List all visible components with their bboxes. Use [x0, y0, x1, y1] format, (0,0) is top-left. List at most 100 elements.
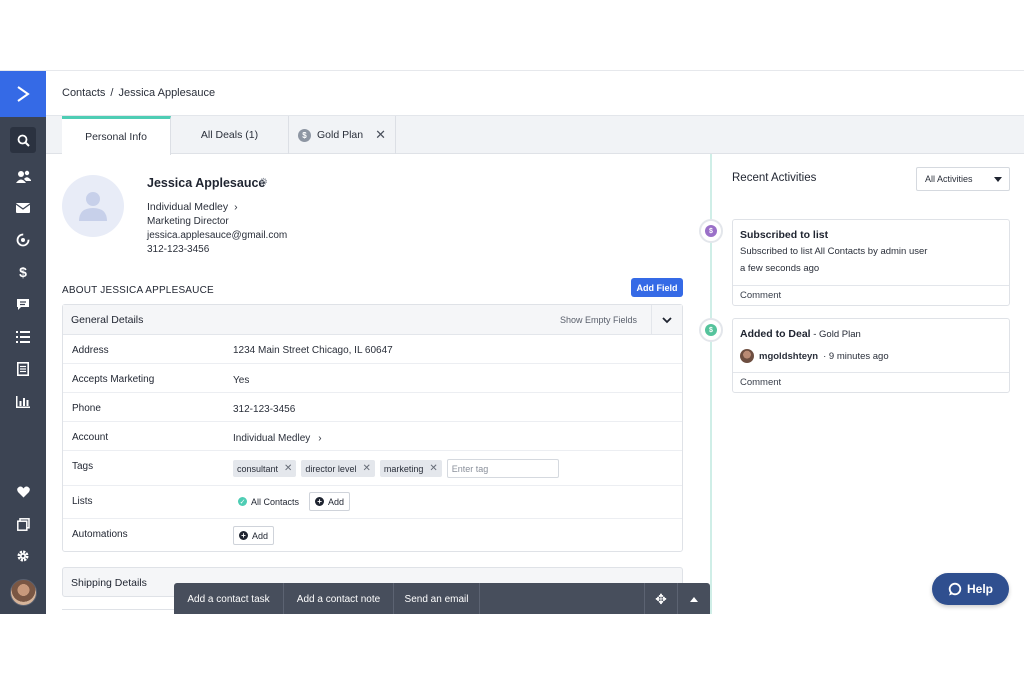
send-email-button[interactable]: Send an email — [394, 583, 480, 614]
tab-personal-info[interactable]: Personal Info — [62, 116, 171, 155]
activity-time: · 9 minutes ago — [823, 350, 889, 362]
mail-icon[interactable] — [10, 195, 36, 221]
account-value-link[interactable]: Individual Medley › — [233, 433, 322, 444]
activity-user-line: mgoldshteyn · 9 minutes ago — [740, 349, 889, 363]
account-value: Individual Medley — [233, 433, 311, 444]
comment-button[interactable]: Comment — [733, 285, 1009, 305]
tag-chip: consultant ✕ — [233, 460, 297, 477]
remove-tag-icon[interactable]: ✕ — [429, 463, 437, 474]
activity-user[interactable]: mgoldshteyn — [759, 351, 818, 362]
activity-time: a few seconds ago — [740, 263, 820, 274]
user-avatar[interactable] — [10, 579, 37, 606]
heart-icon[interactable] — [10, 479, 36, 505]
address-row: Address 1234 Main Street Chicago, IL 606… — [63, 335, 682, 364]
address-value[interactable]: 1234 Main Street Chicago, IL 60647 — [233, 345, 393, 356]
accepts-marketing-value[interactable]: Yes — [233, 375, 249, 386]
phone-row: Phone 312-123-3456 — [63, 393, 682, 422]
accepts-marketing-row: Accepts Marketing Yes — [63, 364, 682, 393]
enter-tag-input[interactable]: Enter tag — [446, 459, 559, 478]
automations-label: Automations — [72, 529, 128, 540]
timeline-marker: $ — [699, 219, 723, 243]
contact-account-link[interactable]: Individual Medley › — [147, 201, 238, 213]
gear-icon[interactable]: ⚙ — [259, 177, 268, 188]
add-list-label: Add — [328, 496, 345, 507]
breadcrumb-current: Jessica Applesauce — [118, 87, 216, 99]
tags-label: Tags — [72, 461, 94, 472]
add-automation-label: Add — [252, 530, 269, 541]
lists-container: ✓ All Contacts + Add — [233, 492, 351, 511]
contacts-icon[interactable] — [10, 163, 36, 189]
add-automation-button[interactable]: + Add — [233, 526, 275, 545]
tab-personal-label: Personal Info — [85, 131, 147, 143]
add-contact-task-button[interactable]: Add a contact task — [174, 583, 284, 614]
move-icon[interactable]: ✥ — [644, 583, 677, 614]
breadcrumb: Contacts / Jessica Applesauce — [62, 87, 215, 99]
tag-chip: marketing ✕ — [379, 460, 442, 477]
reports-chart-icon[interactable] — [10, 389, 36, 415]
sidebar: $ — [0, 71, 46, 614]
chevron-down-icon[interactable] — [651, 305, 682, 335]
address-label: Address — [72, 345, 109, 356]
contact-account-name: Individual Medley — [147, 201, 229, 213]
forms-icon[interactable] — [10, 356, 36, 382]
add-field-button[interactable]: Add Field — [631, 278, 683, 297]
activity-deal-name[interactable]: - Gold Plan — [811, 329, 861, 340]
help-button[interactable]: Help — [932, 573, 1009, 605]
settings-gear-icon[interactable] — [10, 543, 36, 569]
show-empty-fields-link[interactable]: Show Empty Fields — [560, 315, 637, 325]
tab-gold-label: Gold Plan — [316, 129, 364, 141]
activity-card: Subscribed to list Subscribed to list Al… — [732, 219, 1010, 306]
app-window: $ Contacts / Jessica Applesauce Personal… — [0, 70, 1024, 614]
account-row: Account Individual Medley › — [63, 422, 682, 451]
timeline-marker: $ — [699, 318, 723, 342]
automations-row: Automations + Add — [63, 519, 682, 552]
contact-job-title: Marketing Director — [147, 216, 229, 227]
plus-icon: + — [315, 497, 325, 506]
add-contact-note-button[interactable]: Add a contact note — [284, 583, 394, 614]
tag-chip: director level ✕ — [301, 460, 375, 477]
activities-filter-value: All Activities — [925, 174, 973, 184]
contact-action-bar: Add a contact task Add a contact note Se… — [174, 583, 710, 614]
activity-title-line: Added to Deal - Gold Plan — [740, 328, 861, 340]
remove-tag-icon[interactable]: ✕ — [362, 463, 370, 474]
conversations-icon[interactable] — [10, 291, 36, 317]
expand-action-bar-button[interactable] — [677, 583, 710, 614]
recent-activities-title: Recent Activities — [732, 172, 817, 184]
tab-deals-label: All Deals (1) — [200, 129, 259, 141]
contact-email[interactable]: jessica.applesauce@gmail.com — [147, 230, 287, 241]
deal-dollar-icon: $ — [705, 324, 717, 336]
lists-row: Lists ✓ All Contacts + Add — [63, 486, 682, 519]
help-label: Help — [966, 582, 993, 596]
general-details-header[interactable]: General Details Show Empty Fields — [63, 305, 682, 335]
automations-icon[interactable] — [10, 227, 36, 253]
chevron-right-icon: › — [234, 201, 238, 213]
breadcrumb-contacts-link[interactable]: Contacts — [62, 87, 105, 99]
tab-gold-plan[interactable]: $ Gold Plan ✕ — [289, 116, 396, 154]
contact-avatar-placeholder[interactable] — [62, 175, 124, 237]
activity-title: Subscribed to list — [740, 229, 829, 241]
remove-tag-icon[interactable]: ✕ — [284, 463, 292, 474]
pages-icon[interactable] — [10, 511, 36, 537]
breadcrumb-separator: / — [110, 87, 114, 99]
phone-value[interactable]: 312-123-3456 — [233, 404, 295, 415]
add-list-button[interactable]: + Add — [309, 492, 351, 511]
general-details-title: General Details — [71, 314, 144, 326]
list-chip[interactable]: ✓ All Contacts — [233, 492, 305, 511]
comment-button[interactable]: Comment — [733, 372, 1009, 392]
plus-icon: + — [239, 531, 248, 540]
activity-title: Added to Deal — [740, 328, 811, 340]
activities-filter-select[interactable]: All Activities — [916, 167, 1010, 191]
tab-all-deals[interactable]: All Deals (1) — [171, 116, 289, 154]
contact-name: Jessica Applesauce — [147, 176, 266, 190]
deals-dollar-icon[interactable]: $ — [10, 259, 36, 285]
lists-icon[interactable] — [10, 324, 36, 350]
list-name: All Contacts — [251, 496, 300, 507]
close-icon[interactable]: ✕ — [375, 127, 386, 143]
chevron-right-icon: › — [318, 433, 322, 444]
logo-chevron-icon[interactable] — [0, 71, 46, 117]
list-subscribe-icon: $ — [705, 225, 717, 237]
chat-bubble-icon — [948, 582, 962, 596]
caret-down-icon — [994, 177, 1002, 182]
search-icon[interactable] — [10, 127, 36, 153]
avatar — [740, 349, 754, 363]
